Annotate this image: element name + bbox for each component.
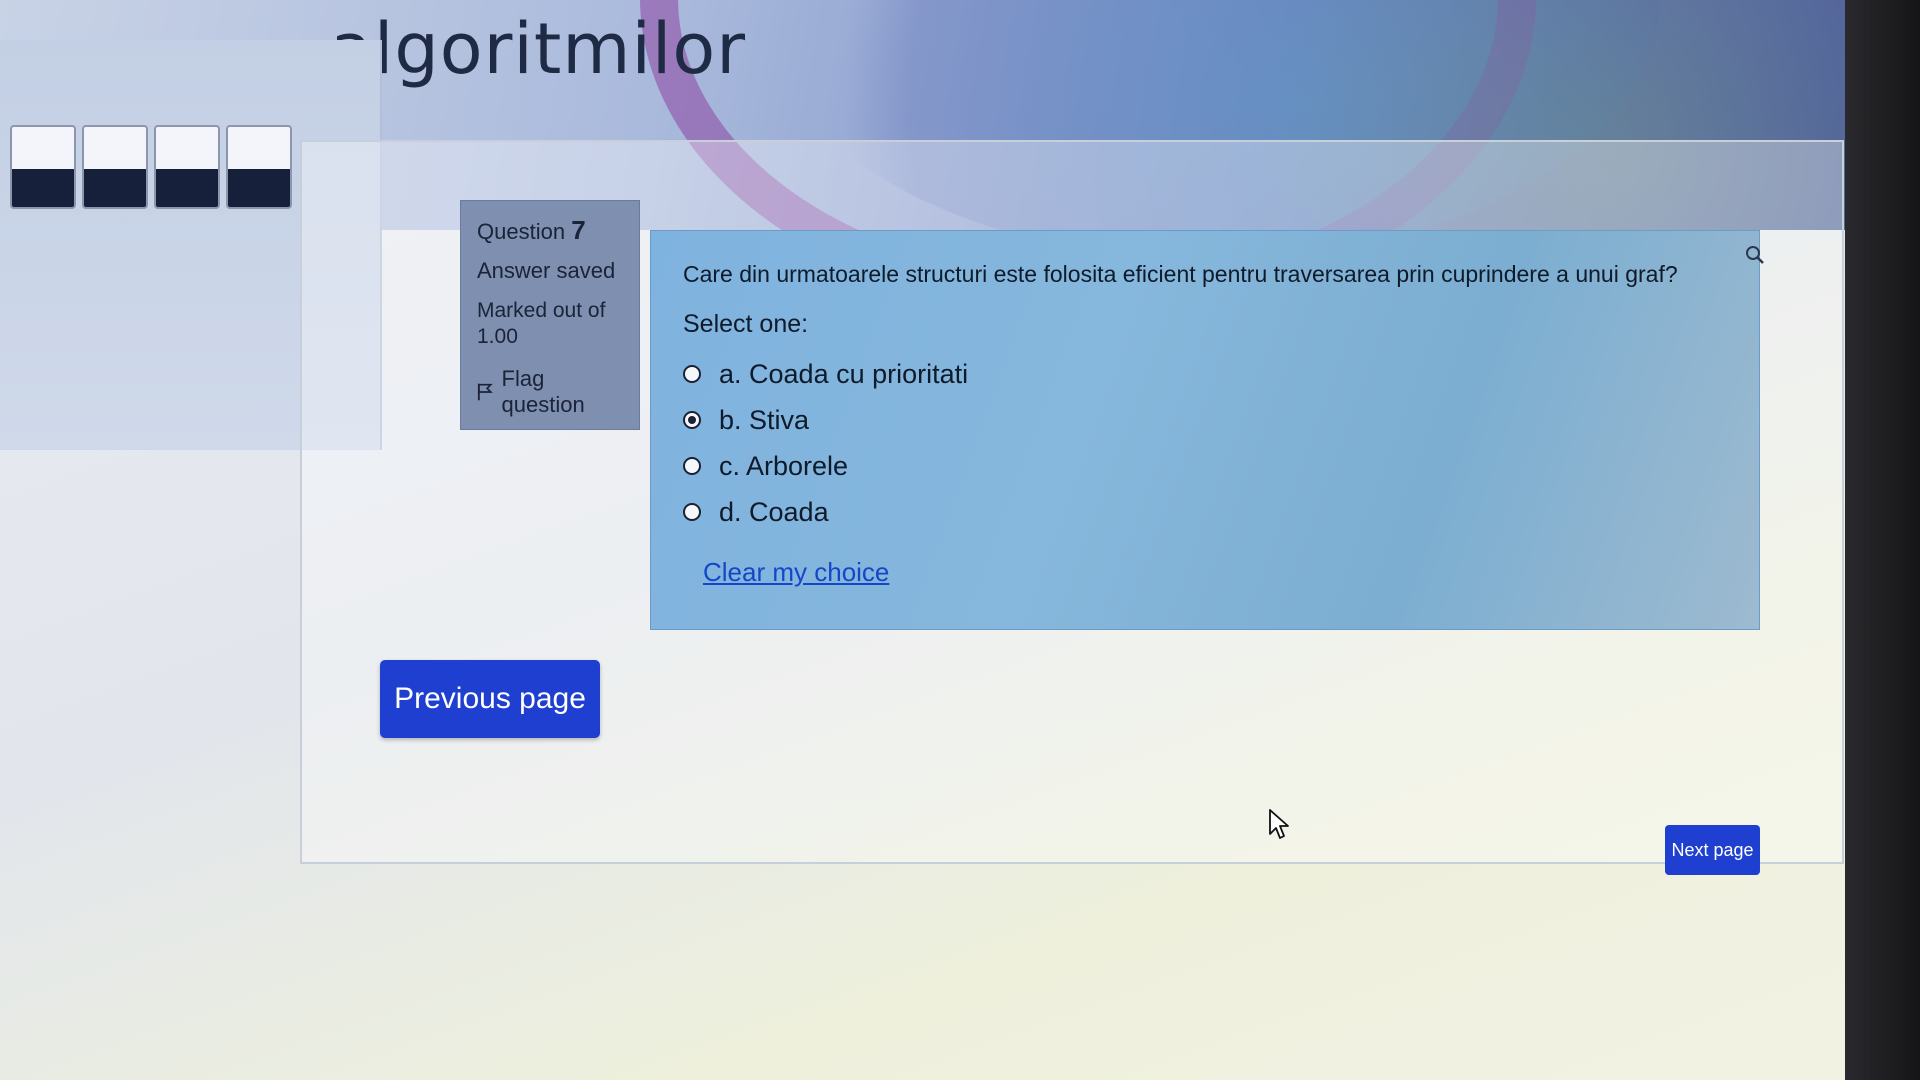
answer-label-d: d. Coada — [719, 496, 829, 527]
mouse-cursor-icon — [1269, 809, 1289, 839]
answer-label-c: c. Arborele — [719, 450, 849, 481]
quiz-nav-question-3[interactable] — [154, 125, 220, 209]
answered-indicator — [156, 168, 218, 207]
answer-radio-a[interactable] — [683, 365, 701, 383]
question-text: Care din urmatoarele structuri este folo… — [683, 261, 1678, 287]
answer-option-c[interactable]: c. Arborele — [683, 443, 1727, 489]
answered-indicator — [228, 168, 290, 207]
answer-radio-d[interactable] — [683, 503, 701, 521]
marked-out-of-label: Marked out of — [477, 299, 606, 322]
answer-label-b: b. Stiva — [719, 404, 810, 435]
question-info-box: Question 7 Answer saved Marked out of 1.… — [460, 200, 640, 430]
search-icon[interactable] — [1745, 245, 1765, 265]
previous-page-button[interactable]: Previous page — [380, 660, 600, 738]
answer-option-a[interactable]: a. Coada cu prioritati — [683, 351, 1727, 397]
clear-my-choice-link[interactable]: Clear my choice — [703, 557, 889, 588]
flag-icon — [477, 383, 493, 401]
answer-status: Answer saved — [477, 258, 616, 283]
answer-radio-b[interactable] — [683, 411, 701, 429]
quiz-nav-question-4[interactable] — [226, 125, 292, 209]
question-content-box: Care din urmatoarele structuri este folo… — [650, 230, 1760, 630]
marked-out-of: Marked out of 1.00 — [477, 298, 623, 350]
screen-bezel — [1845, 0, 1920, 1080]
quiz-nav-question-1[interactable] — [10, 125, 76, 209]
answer-option-b[interactable]: b. Stiva — [683, 397, 1727, 443]
answer-label-a: a. Coada cu prioritati — [719, 358, 969, 389]
answered-indicator — [12, 168, 74, 207]
answer-radio-c[interactable] — [683, 457, 701, 475]
question-number-value: 7 — [571, 215, 586, 245]
answer-option-d[interactable]: d. Coada — [683, 489, 1727, 535]
flag-question-button[interactable]: Flag question — [477, 366, 623, 418]
answered-indicator — [84, 168, 146, 207]
next-page-button[interactable]: Next page — [1665, 825, 1760, 875]
flag-question-label: Flag question — [501, 366, 585, 417]
question-number: Question 7 — [477, 215, 623, 246]
quiz-nav-question-2[interactable] — [82, 125, 148, 209]
course-title: algoritmilor — [330, 8, 746, 90]
select-one-prompt: Select one: — [683, 310, 809, 338]
question-label: Question — [477, 219, 566, 244]
marked-out-of-value: 1.00 — [477, 325, 518, 348]
